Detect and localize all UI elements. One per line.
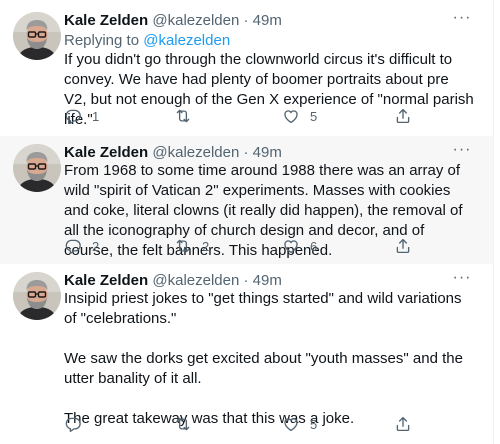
avatar[interactable]: [13, 272, 61, 320]
tweet-header: Kale Zelden @kalezelden · 49m: [64, 11, 282, 31]
reply-count: 1: [92, 108, 100, 124]
like-button[interactable]: 5: [282, 414, 317, 434]
reply-icon: [64, 237, 82, 255]
thread-view: Kale Zelden @kalezelden · 49m ··· Replyi…: [0, 0, 500, 444]
separator-dot: ·: [243, 272, 249, 289]
timestamp[interactable]: 49m: [253, 144, 282, 161]
more-icon[interactable]: ···: [452, 10, 472, 31]
reply-button[interactable]: 2: [64, 236, 99, 256]
more-icon[interactable]: ···: [452, 270, 472, 291]
author-handle[interactable]: @kalezelden: [152, 144, 239, 161]
share-icon: [394, 415, 412, 433]
like-button[interactable]: 6: [282, 236, 317, 256]
like-count: 5: [310, 416, 318, 432]
like-count: 6: [310, 238, 318, 254]
avatar[interactable]: [13, 144, 61, 192]
author-handle[interactable]: @kalezelden: [152, 12, 239, 29]
retweet-button[interactable]: 2: [174, 236, 209, 256]
column-border: [493, 0, 494, 444]
share-icon: [394, 107, 412, 125]
reply-button[interactable]: 1: [64, 106, 99, 126]
retweet-count: 2: [202, 238, 210, 254]
share-icon: [394, 237, 412, 255]
like-count: 5: [310, 108, 318, 124]
tweet[interactable]: Kale Zelden @kalezelden · 49m ··· Insipi…: [0, 264, 494, 444]
reply-count: 2: [92, 238, 100, 254]
timestamp[interactable]: 49m: [253, 272, 282, 289]
share-button[interactable]: [394, 106, 412, 126]
retweet-button[interactable]: [174, 414, 202, 434]
retweet-button[interactable]: [174, 106, 202, 126]
tweet-text: Insipid priest jokes to "get things star…: [64, 289, 474, 429]
tweet[interactable]: Kale Zelden @kalezelden · 49m ··· Replyi…: [0, 0, 494, 136]
more-icon[interactable]: ···: [452, 142, 472, 163]
heart-icon: [282, 107, 300, 125]
tweet-paragraph: We saw the dorks get excited about "yout…: [64, 350, 463, 387]
tweet-paragraph: Insipid priest jokes to "get things star…: [64, 290, 462, 327]
like-button[interactable]: 5: [282, 106, 317, 126]
reply-icon: [64, 415, 82, 433]
author-handle[interactable]: @kalezelden: [152, 272, 239, 289]
reply-button[interactable]: [64, 414, 92, 434]
heart-icon: [282, 415, 300, 433]
separator-dot: ·: [243, 144, 249, 161]
share-button[interactable]: [394, 236, 412, 256]
author-name[interactable]: Kale Zelden: [64, 12, 148, 29]
tweet-actions: 2 2 6: [64, 236, 424, 256]
tweet-header: Kale Zelden @kalezelden · 49m: [64, 143, 282, 163]
retweet-icon: [174, 107, 192, 125]
separator-dot: ·: [243, 12, 249, 29]
tweet-actions: 5: [64, 414, 424, 434]
avatar[interactable]: [13, 12, 61, 60]
retweet-icon: [174, 415, 192, 433]
heart-icon: [282, 237, 300, 255]
timestamp[interactable]: 49m: [253, 12, 282, 29]
tweet[interactable]: Kale Zelden @kalezelden · 49m ··· From 1…: [0, 136, 494, 264]
reply-icon: [64, 107, 82, 125]
retweet-icon: [174, 237, 192, 255]
author-name[interactable]: Kale Zelden: [64, 144, 148, 161]
tweet-actions: 1 5: [64, 106, 424, 126]
author-name[interactable]: Kale Zelden: [64, 272, 148, 289]
replying-prefix: Replying to: [64, 32, 140, 49]
share-button[interactable]: [394, 414, 412, 434]
replying-mention-link[interactable]: @kalezelden: [143, 32, 230, 49]
replying-to: Replying to @kalezelden: [64, 31, 230, 51]
tweet-header: Kale Zelden @kalezelden · 49m: [64, 271, 282, 291]
